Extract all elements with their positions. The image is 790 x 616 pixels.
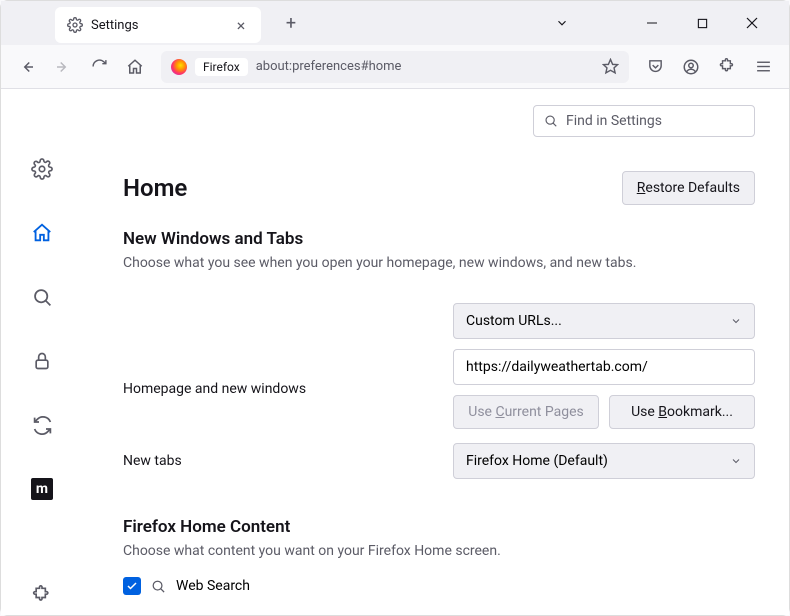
section-desc: Choose what you see when you open your h… [123,255,755,271]
use-bookmark-button[interactable]: Use Bookmark... [609,395,755,429]
navigation-toolbar: Firefox about:preferences#home [1,45,789,89]
search-icon [544,114,558,128]
settings-sidebar: m [1,89,83,615]
reload-button[interactable] [83,51,115,83]
content-area: m Find in Settings Home Restore Defaults… [1,89,789,615]
mozilla-icon: m [31,478,53,500]
url-path: about:preferences#home [256,59,402,74]
newtabs-select[interactable]: Firefox Home (Default) [453,443,755,479]
chevron-down-icon [730,315,742,327]
section-title-windows-tabs: New Windows and Tabs [123,229,755,249]
newtabs-label: New tabs [123,453,433,469]
sidebar-item-privacy[interactable] [22,341,62,381]
search-placeholder: Find in Settings [566,113,662,129]
gear-icon [67,17,83,33]
select-value: Custom URLs... [466,313,562,329]
window-controls [547,8,785,38]
maximize-button[interactable] [687,8,717,38]
chevron-down-icon[interactable] [547,8,577,38]
bookmark-star-icon[interactable] [602,58,619,75]
menu-button[interactable] [747,51,779,83]
use-current-pages-button[interactable]: Use Current Pages [453,395,599,429]
sidebar-item-extensions[interactable] [22,575,62,615]
close-icon[interactable]: × [233,17,249,33]
title-bar: Settings × + [1,1,789,45]
tab-title: Settings [91,18,138,33]
back-button[interactable] [11,51,43,83]
address-bar[interactable]: Firefox about:preferences#home [161,51,629,83]
section-title-home-content: Firefox Home Content [123,517,755,537]
forward-button[interactable] [47,51,79,83]
close-window-button[interactable] [737,8,767,38]
section-desc-home-content: Choose what content you want on your Fir… [123,543,755,559]
settings-main: Find in Settings Home Restore Defaults N… [83,89,789,615]
firefox-logo-icon [171,59,187,75]
homepage-url-input[interactable] [453,349,755,385]
select-value: Firefox Home (Default) [466,453,608,469]
homepage-mode-select[interactable]: Custom URLs... [453,303,755,339]
sidebar-item-sync[interactable] [22,405,62,445]
chevron-down-icon [730,455,742,467]
new-tab-button[interactable]: + [277,9,305,37]
web-search-label: Web Search [176,578,250,594]
pocket-button[interactable] [639,51,671,83]
homepage-label: Homepage and new windows [123,381,433,397]
home-button[interactable] [119,51,151,83]
search-icon [151,579,166,594]
restore-defaults-button[interactable]: Restore Defaults [622,171,755,205]
url-brand: Firefox [195,58,248,76]
minimize-button[interactable] [637,8,667,38]
web-search-checkbox[interactable] [123,577,141,595]
page-title: Home [123,174,187,202]
sidebar-item-search[interactable] [22,277,62,317]
sidebar-item-more[interactable]: m [22,469,62,509]
browser-tab[interactable]: Settings × [55,7,261,43]
settings-search-input[interactable]: Find in Settings [533,105,755,137]
extensions-button[interactable] [711,51,743,83]
sidebar-item-home[interactable] [22,213,62,253]
sidebar-item-general[interactable] [22,149,62,189]
account-button[interactable] [675,51,707,83]
